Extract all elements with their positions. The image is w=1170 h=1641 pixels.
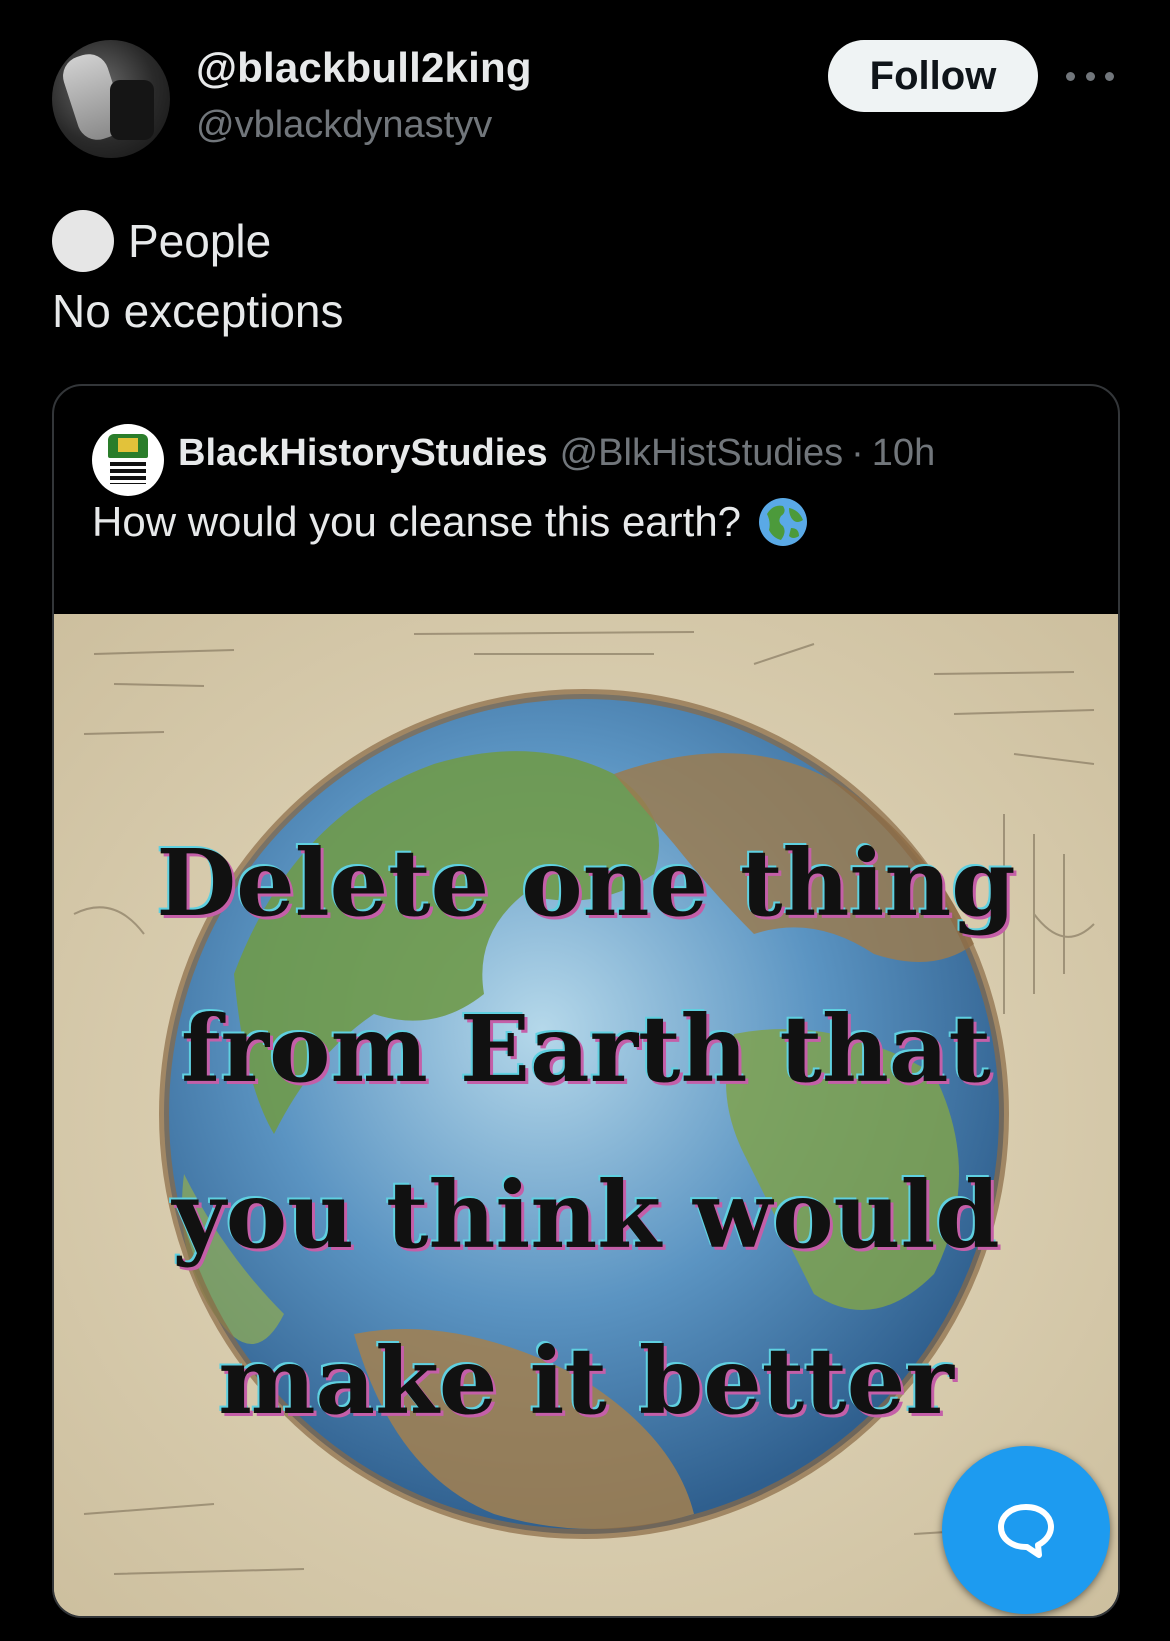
post-text: People No exceptions bbox=[52, 206, 344, 346]
quoted-author-handle[interactable]: @BlkHistStudies bbox=[560, 432, 844, 475]
reply-fab-button[interactable] bbox=[942, 1446, 1110, 1614]
image-caption-line: Delete one thing bbox=[156, 829, 1016, 937]
quoted-author-avatar[interactable] bbox=[92, 424, 164, 496]
quoted-post-text: How would you cleanse this earth? bbox=[92, 498, 742, 545]
reply-bubble-icon bbox=[998, 1504, 1054, 1558]
more-horizontal-icon[interactable] bbox=[1066, 62, 1114, 90]
quoted-post-header: BlackHistoryStudies @BlkHistStudies · 10… bbox=[178, 432, 935, 475]
quoted-author-name[interactable]: BlackHistoryStudies bbox=[178, 432, 548, 475]
image-caption-line: make it better bbox=[218, 1327, 954, 1435]
post-text-line-1: People bbox=[128, 215, 272, 267]
image-caption: Delete one thing from Earth that you thi… bbox=[54, 800, 1118, 1464]
quoted-post-text-row: How would you cleanse this earth? bbox=[92, 496, 809, 548]
image-caption-line: you think would bbox=[172, 1161, 1000, 1269]
separator-dot: · bbox=[851, 432, 864, 474]
quoted-post-card[interactable]: BlackHistoryStudies @BlkHistStudies · 10… bbox=[52, 384, 1120, 1618]
globe-emoji-icon bbox=[759, 498, 808, 546]
image-caption-line: from Earth that bbox=[181, 995, 991, 1103]
white-circle-icon bbox=[52, 210, 114, 272]
post-text-line-2: No exceptions bbox=[52, 285, 344, 337]
author-avatar[interactable] bbox=[52, 40, 170, 158]
follow-button[interactable]: Follow bbox=[828, 40, 1038, 112]
author-display-name[interactable]: @blackbull2king bbox=[196, 44, 532, 92]
post-image[interactable]: Delete one thing from Earth that you thi… bbox=[54, 614, 1118, 1616]
avatar-shirt bbox=[110, 80, 154, 140]
quoted-post-time[interactable]: 10h bbox=[872, 432, 935, 475]
author-handle[interactable]: @vblackdynastyv bbox=[196, 104, 492, 147]
